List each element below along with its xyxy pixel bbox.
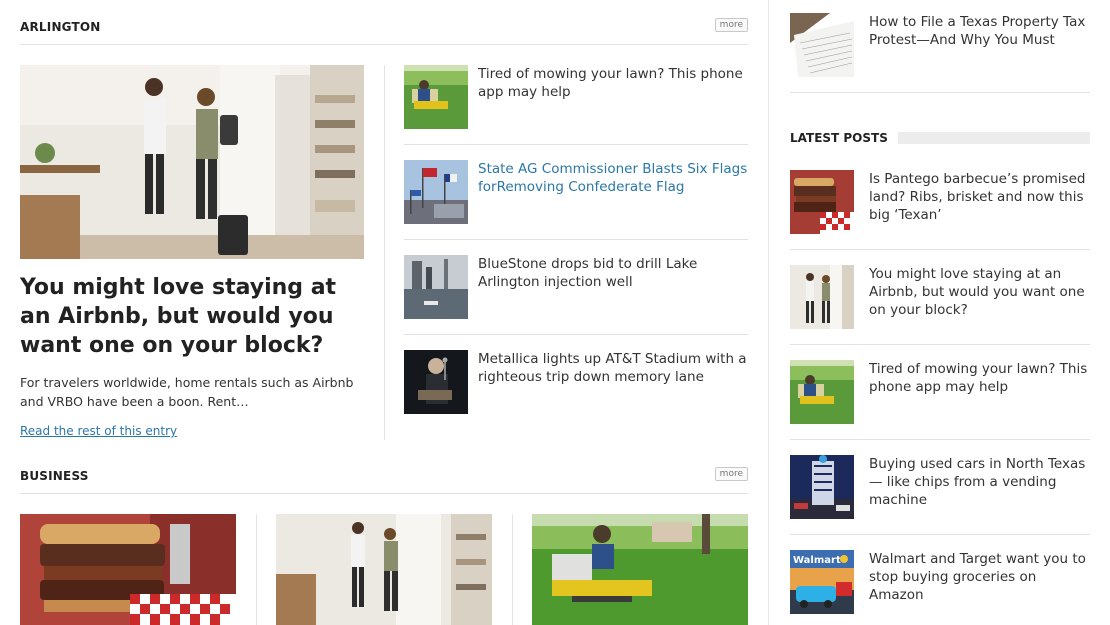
burger-thumb[interactable]	[20, 514, 236, 625]
lawn-mower-thumb[interactable]	[532, 514, 748, 625]
latest-post-item[interactable]: Tired of mowing your lawn? This phone ap…	[790, 360, 1090, 425]
lawn-mower-thumb	[790, 360, 854, 424]
list-divider	[404, 239, 748, 240]
sidebar-item-title[interactable]: How to File a Texas Property Tax Protest…	[869, 13, 1089, 49]
latest-post-title[interactable]: Is Pantego barbecue’s promised land? Rib…	[869, 170, 1089, 224]
list-item-title[interactable]: BlueStone drops bid to drill Lake Arling…	[478, 255, 748, 291]
more-button[interactable]: more	[714, 467, 748, 481]
sidebar-divider	[768, 0, 769, 625]
latest-post-item[interactable]: Is Pantego barbecue’s promised land? Rib…	[790, 170, 1090, 235]
sidebar-rule	[790, 534, 1090, 535]
latest-posts-header: LATEST POSTS	[790, 131, 1090, 145]
sidebar-rule	[790, 344, 1090, 345]
latest-post-item[interactable]: Buying used cars in North Texas — like c…	[790, 455, 1090, 520]
latest-post-title[interactable]: You might love staying at an Airbnb, but…	[869, 265, 1089, 319]
list-item[interactable]: Tired of mowing your lawn? This phone ap…	[404, 65, 748, 130]
latest-post-item[interactable]: You might love staying at an Airbnb, but…	[790, 265, 1090, 330]
sidebar-rule	[790, 439, 1090, 440]
sidebar-rule	[790, 92, 1090, 93]
latest-post-title[interactable]: Buying used cars in North Texas — like c…	[869, 455, 1089, 509]
featured-excerpt: For travelers worldwide, home rentals su…	[20, 375, 354, 409]
latest-post-item[interactable]: Walmart Walmart and Target want you to s…	[790, 550, 1090, 615]
list-item-title[interactable]: Tired of mowing your lawn? This phone ap…	[478, 65, 748, 101]
section-title: ARLINGTON	[20, 20, 101, 34]
section-header-business: BUSINESS more	[20, 467, 748, 489]
list-divider	[404, 334, 748, 335]
featured-title[interactable]: You might love staying at an Airbnb, but…	[20, 273, 360, 360]
column-divider	[256, 514, 257, 625]
section-rule	[20, 44, 748, 45]
sidebar-item[interactable]: How to File a Texas Property Tax Protest…	[790, 13, 1090, 78]
latest-posts-bar	[883, 132, 1090, 144]
column-divider	[512, 514, 513, 625]
concert-thumb	[404, 350, 468, 414]
list-item[interactable]: State AG Commissioner Blasts Six Flags f…	[404, 160, 748, 225]
list-item-title[interactable]: State AG Commissioner Blasts Six Flags f…	[478, 160, 748, 196]
latest-post-title[interactable]: Tired of mowing your lawn? This phone ap…	[869, 360, 1089, 396]
lake-thumb	[404, 255, 468, 319]
latest-posts-title: LATEST POSTS	[790, 131, 898, 145]
column-divider	[384, 65, 385, 440]
flags-thumb	[404, 160, 468, 224]
tax-form-thumb	[790, 13, 854, 77]
more-button[interactable]: more	[714, 18, 748, 32]
walmart-sign-text: Walmart	[793, 555, 841, 566]
list-item[interactable]: Metallica lights up AT&T Stadium with a …	[404, 350, 748, 415]
section-header-arlington: ARLINGTON more	[20, 18, 748, 40]
car-vending-thumb	[790, 455, 854, 519]
airbnb-thumb[interactable]	[276, 514, 492, 625]
walmart-thumb: Walmart	[790, 550, 854, 614]
list-item-title[interactable]: Metallica lights up AT&T Stadium with a …	[478, 350, 748, 386]
latest-post-title[interactable]: Walmart and Target want you to stop buyi…	[869, 550, 1089, 604]
lawn-mower-thumb	[404, 65, 468, 129]
airbnb-thumb	[790, 265, 854, 329]
sidebar-rule	[790, 249, 1090, 250]
read-more-link[interactable]: Read the rest of this entry	[20, 424, 177, 438]
burger-thumb	[790, 170, 854, 234]
list-divider	[404, 144, 748, 145]
featured-image[interactable]	[20, 65, 364, 259]
section-title: BUSINESS	[20, 469, 89, 483]
section-rule	[20, 493, 748, 494]
list-item[interactable]: BlueStone drops bid to drill Lake Arling…	[404, 255, 748, 320]
